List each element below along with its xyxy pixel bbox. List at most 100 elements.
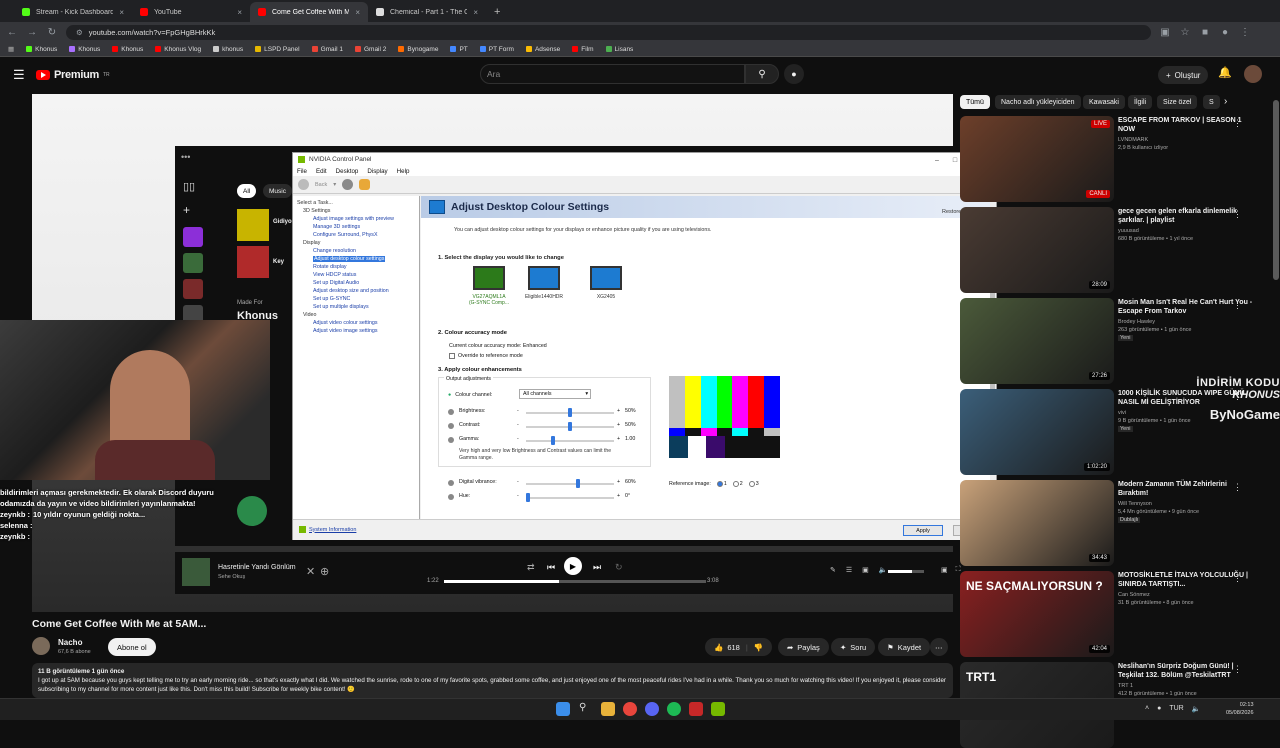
display-option[interactable]: VG27AQML1A (G-SYNC Comp... — [464, 266, 514, 306]
tab-close-icon[interactable]: × — [473, 8, 478, 17]
more-actions-button[interactable]: ⋯ — [930, 638, 948, 656]
video-thumbnail[interactable]: NE SAÇMALIYORSUN ? 42:04 — [960, 571, 1114, 657]
recommended-channel[interactable]: yuuusad — [1118, 227, 1253, 235]
tab-close-icon[interactable]: × — [355, 8, 360, 17]
video-thumbnail[interactable]: 27:26 — [960, 298, 1114, 384]
task-tree-item[interactable]: Adjust video colour settings — [297, 319, 415, 327]
youtube-logo[interactable]: Premium TR — [36, 69, 110, 81]
chrome-icon[interactable] — [623, 702, 637, 716]
menu-item[interactable]: Edit — [316, 168, 327, 175]
task-tree-item[interactable]: Change resolution — [297, 247, 415, 255]
language-indicator[interactable]: TUR — [1169, 705, 1183, 713]
clock[interactable]: 02:13 05/08/2026 — [1226, 701, 1254, 717]
slider-thumb[interactable] — [551, 436, 556, 445]
share-button[interactable]: ➦ Paylaş — [778, 638, 829, 656]
more-options-icon[interactable]: ⋮ — [1233, 118, 1242, 129]
channel-avatar[interactable] — [32, 637, 50, 655]
play-button[interactable]: ▶ — [564, 557, 582, 575]
home-icon[interactable] — [359, 179, 371, 190]
tab-close-icon[interactable]: × — [237, 8, 242, 17]
recommended-channel[interactable]: Can Sönmez — [1118, 591, 1253, 599]
task-tree-item[interactable]: Adjust image settings with preview — [297, 215, 415, 223]
url-field[interactable]: ⚙ youtube.com/watch?v=FpGHgBHrkKk — [66, 24, 1151, 40]
recommended-channel[interactable]: TRT 1 — [1118, 682, 1253, 690]
search-button[interactable]: ⚲ — [745, 64, 779, 84]
hamburger-icon[interactable]: ☰ — [13, 67, 25, 83]
chevron-up-icon[interactable]: ˄ — [1145, 705, 1149, 713]
volume-tray-icon[interactable]: 🔈 — [1192, 705, 1201, 713]
page-scrollbar[interactable] — [1273, 100, 1279, 280]
site-info-icon[interactable]: ⚙ — [76, 28, 83, 37]
bookmark-item[interactable]: LSPD Panel — [255, 46, 300, 53]
video-thumbnail[interactable]: 1:02:20 — [960, 389, 1114, 475]
browser-tab[interactable]: Stream - Kick Dashboard × — [14, 2, 132, 22]
volume-slider[interactable] — [888, 570, 924, 573]
previous-icon[interactable]: ⏮ — [547, 562, 555, 573]
adjustment-slider[interactable] — [526, 422, 614, 431]
video-thumbnail[interactable]: 28:09 — [960, 207, 1114, 293]
like-button[interactable]: 👍 618 | 👎 — [705, 638, 773, 656]
bookmark-item[interactable]: Khonus — [112, 46, 143, 53]
search-icon[interactable]: ⚲ — [579, 702, 593, 716]
spotify-icon[interactable] — [667, 702, 681, 716]
new-tab-button[interactable]: + — [486, 2, 508, 22]
notifications-icon[interactable]: 🔔 — [1218, 66, 1232, 79]
filter-chip[interactable]: Tümü — [960, 95, 990, 109]
reference-radio[interactable]: 3 — [748, 481, 759, 487]
task-tree-item[interactable]: Adjust desktop colour settings — [297, 255, 415, 263]
reload-icon[interactable]: ↻ — [46, 27, 58, 38]
recommended-video[interactable]: 34:43 Modern Zamanın TÜM Zehirlerini Bıra… — [960, 480, 1270, 566]
next-icon[interactable]: ⏭ — [593, 562, 601, 573]
nvidia-taskbar-icon[interactable] — [711, 702, 725, 716]
bookmark-item[interactable]: Bynogame — [398, 46, 438, 53]
system-information-link[interactable]: System Information — [299, 526, 356, 533]
bookmark-item[interactable]: Film — [572, 46, 594, 53]
mic-tray-icon[interactable]: ● — [1157, 705, 1161, 713]
menu-item[interactable]: Display — [367, 168, 387, 175]
more-options-icon[interactable]: ⋮ — [1233, 573, 1242, 584]
recommended-channel[interactable]: Will Tennyson — [1118, 500, 1253, 508]
filter-chip[interactable]: S — [1203, 95, 1220, 109]
task-tree-item[interactable]: Configure Surround, PhysX — [297, 231, 415, 239]
dropdown-icon[interactable]: ▾ — [333, 181, 336, 188]
tab-close-icon[interactable]: × — [119, 8, 124, 17]
bookmark-item[interactable]: PT — [450, 46, 468, 53]
browser-tab[interactable]: Chemical - Part 1 - The Official × — [368, 2, 486, 22]
task-tree-item[interactable]: Display — [297, 239, 415, 247]
slider-thumb[interactable] — [568, 422, 572, 431]
task-tree-item[interactable]: View HDCP status — [297, 271, 415, 279]
task-tree-item[interactable]: Adjust desktop size and position — [297, 287, 415, 295]
colour-channel-select[interactable]: All channels ▾ — [519, 389, 591, 399]
reference-radio[interactable]: 1 — [716, 481, 727, 487]
miniplayer-icon[interactable]: ▣ — [941, 566, 948, 574]
recommended-video[interactable]: 28:09 gece gecen gelen efkarla dinlemelik… — [960, 207, 1270, 293]
menu-item[interactable]: Help — [397, 168, 410, 175]
filter-chip[interactable]: Kawasaki — [1083, 95, 1125, 109]
task-tree-item[interactable]: Manage 3D settings — [297, 223, 415, 231]
start-icon[interactable] — [556, 702, 570, 716]
menu-item[interactable]: Desktop — [336, 168, 359, 175]
more-options-icon[interactable]: ⋮ — [1233, 209, 1242, 220]
music-progress[interactable] — [444, 580, 706, 583]
slider-thumb[interactable] — [526, 493, 530, 502]
bookmark-item[interactable]: Lisans — [605, 46, 633, 53]
ask-button[interactable]: ✦ Soru — [831, 638, 876, 656]
recommended-channel[interactable]: Brodey Hawley — [1118, 318, 1253, 326]
menu-icon[interactable]: ⋮ — [1239, 27, 1251, 38]
task-tree-item[interactable]: Rotate display — [297, 263, 415, 271]
display-option[interactable]: Eligible1440HDR — [519, 266, 569, 300]
recommended-video[interactable]: NE SAÇMALIYORSUN ? 42:04 MOTOSİKLETLE İTAL… — [960, 571, 1270, 657]
back-icon[interactable]: ← — [6, 27, 18, 38]
add-to-playlist-icon[interactable]: ⊕ — [320, 565, 329, 578]
apply-button[interactable]: Apply — [903, 525, 943, 536]
lyrics-icon[interactable]: ✎ — [830, 566, 836, 574]
app-icon[interactable] — [689, 702, 703, 716]
adjustment-slider[interactable] — [526, 479, 614, 488]
back-label[interactable]: Back — [315, 182, 327, 188]
bookmark-item[interactable]: khonus — [213, 46, 243, 53]
thumbs-down-icon[interactable]: 👎 — [754, 643, 763, 652]
task-tree-item[interactable]: 3D Settings — [297, 207, 415, 215]
avatar[interactable] — [1244, 65, 1262, 83]
shuffle-icon[interactable]: ⇄ — [527, 562, 535, 573]
profile-icon[interactable]: ● — [1219, 27, 1231, 38]
